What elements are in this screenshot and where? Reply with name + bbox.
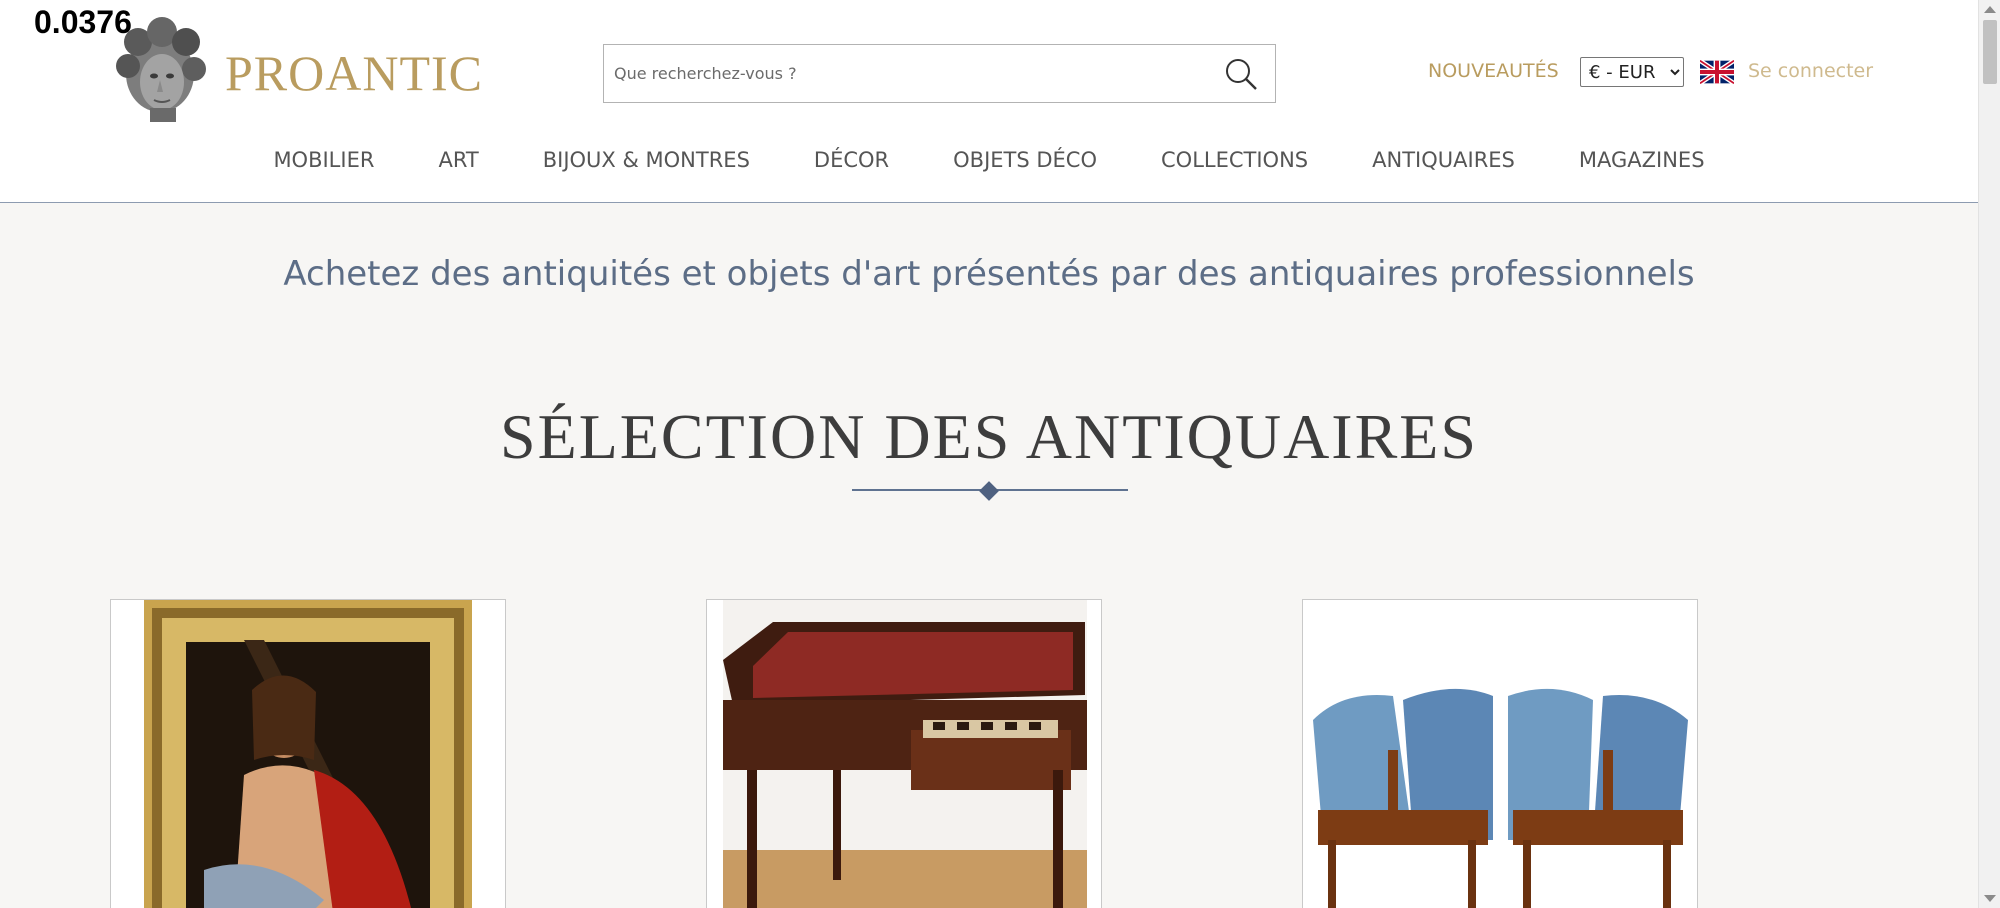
nav-item-magazines[interactable]: MAGAZINES [1547,148,1737,178]
search-icon[interactable] [1223,56,1259,92]
product-card-desk[interactable] [706,599,1102,908]
nav-item-art[interactable]: ART [406,148,510,178]
nav-item-decor[interactable]: DÉCOR [782,148,921,178]
nav-item-objets-deco[interactable]: OBJETS DÉCO [921,148,1129,178]
scroll-down-arrow-icon[interactable] [1984,895,1996,902]
nav-item-antiquaires[interactable]: ANTIQUAIRES [1340,148,1547,178]
search-input[interactable] [614,45,1194,102]
section-title: SÉLECTION DES ANTIQUAIRES [500,401,1478,472]
logo-text[interactable]: PROANTIC [225,44,483,102]
painting-image[interactable] [144,600,472,908]
scrollbar-thumb[interactable] [1983,20,1997,84]
nav-item-mobilier[interactable]: MOBILIER [241,148,406,178]
new-items-link[interactable]: NOUVEAUTÉS [1428,60,1559,82]
login-link[interactable]: Se connecter [1748,60,1873,82]
corner-number-overlay: 0.0376 [34,4,132,40]
product-card-armchairs[interactable] [1302,599,1698,908]
main-nav: MOBILIER ART BIJOUX & MONTRES DÉCOR OBJE… [0,148,1978,178]
product-card-painting[interactable] [110,599,506,908]
site-header: PROANTIC NOUVEAUTÉS € - EUR Se connecter… [0,0,1978,203]
desk-image[interactable] [723,600,1087,908]
uk-flag-icon[interactable] [1700,60,1734,84]
title-divider-diamond [979,481,999,501]
armchairs-image[interactable] [1303,600,1698,908]
search-box [603,44,1276,103]
scroll-up-arrow-icon[interactable] [1984,6,1996,13]
nav-item-bijoux-montres[interactable]: BIJOUX & MONTRES [511,148,782,178]
page-tagline: Achetez des antiquités et objets d'art p… [283,254,1695,294]
nav-item-collections[interactable]: COLLECTIONS [1129,148,1340,178]
currency-select[interactable]: € - EUR [1580,57,1684,87]
page-scrollbar[interactable] [1978,0,2000,908]
